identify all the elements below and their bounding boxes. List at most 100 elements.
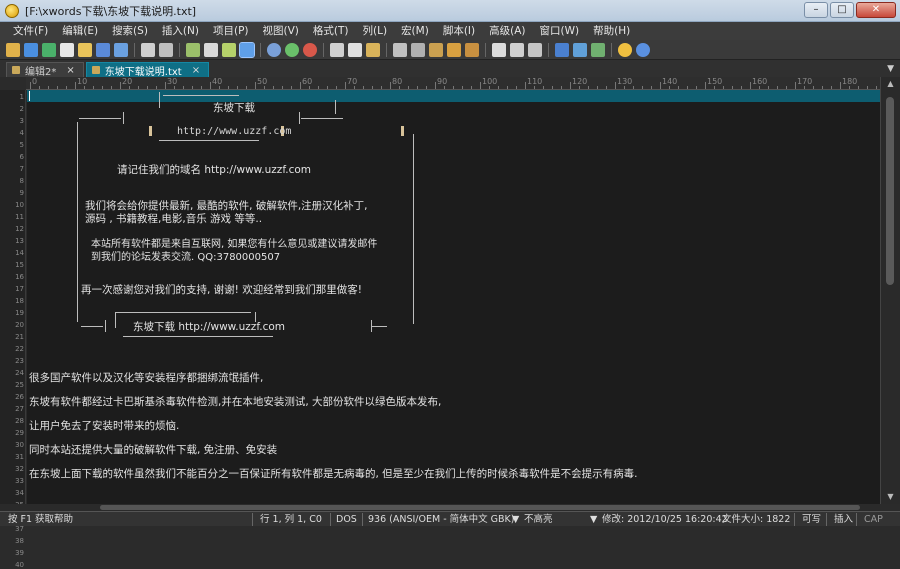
ruler-tick: [336, 86, 337, 89]
ruler-tick: [66, 86, 67, 89]
line-number: 17: [15, 285, 24, 293]
ftp-icon[interactable]: [285, 42, 299, 57]
browser-icon[interactable]: [267, 42, 281, 57]
hex-mode-icon[interactable]: [239, 41, 255, 58]
cascade-window-icon[interactable]: [528, 42, 542, 57]
ruler-tick: [507, 86, 508, 89]
status-help: 按 F1 获取帮助: [8, 514, 74, 525]
paste-icon[interactable]: [366, 42, 380, 57]
replace-icon[interactable]: [429, 42, 443, 57]
tile-window-icon[interactable]: [510, 42, 524, 57]
status-insert[interactable]: 插入: [830, 512, 857, 527]
open-folder-icon[interactable]: [78, 42, 92, 57]
menu-file[interactable]: 文件(F): [6, 22, 55, 40]
compare-icon[interactable]: [573, 42, 587, 57]
line-number: 21: [15, 333, 24, 341]
split-window-icon[interactable]: [492, 42, 506, 57]
menu-edit[interactable]: 编辑(E): [55, 22, 105, 40]
ruler-tick: [408, 86, 409, 89]
line-number: 15: [15, 261, 24, 269]
menu-format[interactable]: 格式(T): [306, 22, 356, 40]
help-icon[interactable]: [636, 42, 650, 57]
toolbar-separator: [485, 42, 486, 57]
ruler-tick: [453, 86, 454, 89]
menu-macro[interactable]: 宏(M): [394, 22, 436, 40]
find-icon[interactable]: [393, 42, 407, 57]
line-number: 9: [19, 189, 24, 197]
find-next-icon[interactable]: [411, 42, 425, 57]
tab-close-icon[interactable]: ×: [192, 65, 200, 76]
forward-icon[interactable]: [42, 42, 56, 57]
text-editor[interactable]: 东坡下载 http://www.uzzf.com 请记住我们的域名 http:/…: [27, 90, 880, 504]
ruler-tick: [192, 86, 193, 89]
minimize-button[interactable]: –: [804, 2, 828, 18]
horizontal-scrollbar[interactable]: [0, 504, 880, 511]
status-mode[interactable]: 可写: [798, 512, 825, 527]
maximize-button[interactable]: □: [830, 2, 854, 18]
ruler-tick: [228, 86, 229, 89]
menu-project[interactable]: 项目(P): [206, 22, 256, 40]
word-wrap-icon[interactable]: [204, 42, 218, 57]
print-preview-icon[interactable]: [159, 42, 173, 57]
scroll-thumb[interactable]: [100, 505, 860, 510]
tab-close-icon[interactable]: ×: [66, 65, 74, 76]
print-icon[interactable]: [141, 42, 155, 57]
save-all-icon[interactable]: [114, 42, 128, 57]
line-number: 32: [15, 465, 24, 473]
cut-icon[interactable]: [330, 42, 344, 57]
line-number: 19: [15, 309, 24, 317]
art-line: [159, 140, 259, 141]
ruler-tick: [579, 86, 580, 89]
refresh-icon[interactable]: [591, 42, 605, 57]
ruler-tick: [417, 86, 418, 89]
lightbulb-icon[interactable]: [618, 42, 632, 57]
ruler-tick: [345, 82, 346, 89]
status-separator: [856, 513, 857, 526]
ruler-tick: [552, 86, 553, 89]
new-file-icon[interactable]: [6, 42, 20, 57]
ruler-tick: [30, 82, 31, 89]
status-modified: 修改: 2012/10/25 16:20:42: [602, 514, 728, 525]
scroll-thumb[interactable]: [886, 97, 894, 285]
new-document-icon[interactable]: [60, 42, 74, 57]
tab-list-chevron-down-icon[interactable]: ▼: [887, 64, 894, 74]
save-icon[interactable]: [96, 42, 110, 57]
ruler-tick: [57, 86, 58, 89]
scroll-down-icon[interactable]: ▼: [881, 490, 900, 504]
menu-column[interactable]: 列(L): [356, 22, 395, 40]
status-encoding[interactable]: 936 (ANSI/OEM - 简体中文 GBK): [364, 512, 518, 527]
toolbar-separator: [179, 42, 180, 57]
ruler-tick: [111, 86, 112, 89]
menu-advanced[interactable]: 高级(A): [482, 22, 532, 40]
ruler-tick: [129, 86, 130, 89]
menu-view[interactable]: 视图(V): [256, 22, 306, 40]
line-number: 5: [19, 141, 24, 149]
art-line: [105, 320, 106, 332]
ruler-label: 40: [212, 77, 223, 86]
scroll-up-icon[interactable]: ▲: [881, 77, 900, 91]
menu-insert[interactable]: 插入(N): [155, 22, 206, 40]
menu-search[interactable]: 搜索(S): [105, 22, 155, 40]
replace-in-files-icon[interactable]: [465, 42, 479, 57]
column-ruler: 0 10 20 30 40 50 60 70 80 90 100 110 120 130 140 150 160…: [26, 77, 880, 90]
ruler-tick: [606, 86, 607, 89]
column-mode-icon[interactable]: [222, 42, 236, 57]
close-button[interactable]: ✕: [856, 2, 896, 18]
back-icon[interactable]: [24, 42, 38, 57]
vertical-scrollbar[interactable]: ▲ ▼: [880, 77, 900, 504]
tab-edit2[interactable]: 编辑2* ×: [6, 62, 84, 78]
ruler-tick: [273, 86, 274, 89]
menu-help[interactable]: 帮助(H): [586, 22, 637, 40]
spell-check-icon[interactable]: [186, 42, 200, 57]
copy-icon[interactable]: [348, 42, 362, 57]
find-in-files-icon[interactable]: [447, 42, 461, 57]
stop-icon[interactable]: [303, 42, 317, 57]
tab-dongpo-readme[interactable]: 东坡下载说明.txt ×: [85, 62, 210, 78]
note-line-2: 东坡有软件都经过卡巴斯基杀毒软件检测,并在本地安装测试, 大部份软件以绿色版本发…: [29, 396, 442, 408]
line-number: 39: [15, 549, 24, 557]
status-highlight[interactable]: 不高亮: [520, 512, 557, 527]
settings-icon[interactable]: [555, 42, 569, 57]
menu-script[interactable]: 脚本(I): [436, 22, 482, 40]
status-line-ending[interactable]: DOS: [332, 512, 361, 527]
menu-window[interactable]: 窗口(W): [533, 22, 587, 40]
